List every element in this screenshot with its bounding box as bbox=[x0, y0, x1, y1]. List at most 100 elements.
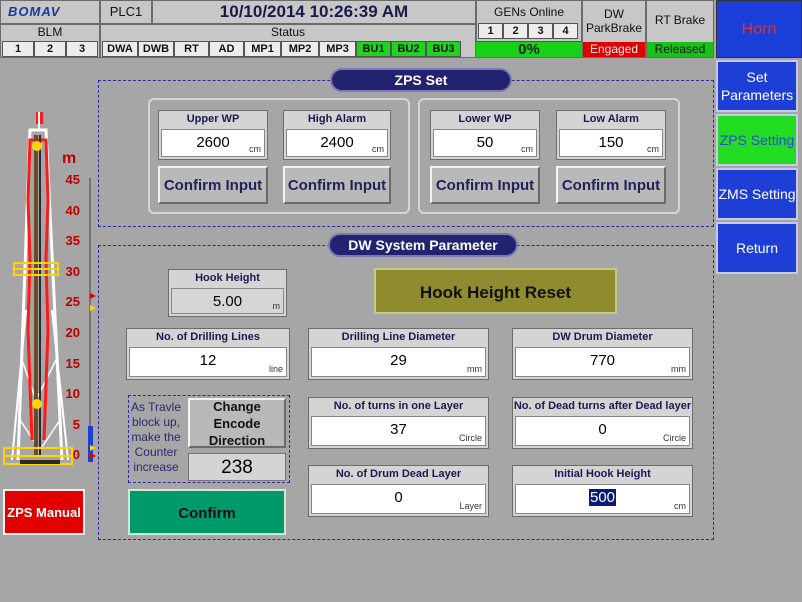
status-button-bu2[interactable]: BU2 bbox=[391, 41, 426, 57]
low-alarm-unit: cm bbox=[647, 144, 659, 154]
drum-dead-layer-label: No. of Drum Dead Layer bbox=[309, 466, 488, 482]
encode-note: As Travle block up, make the Counter inc… bbox=[130, 400, 181, 474]
blm-button-3[interactable]: 3 bbox=[66, 41, 98, 57]
zms-setting-button[interactable]: ZMS Setting bbox=[716, 168, 798, 220]
upper-wp-marker-yellow bbox=[90, 305, 96, 311]
drum-dead-layer-unit: Layer bbox=[459, 501, 482, 511]
confirm-button[interactable]: Confirm bbox=[128, 489, 286, 535]
line-diameter-input[interactable]: 29 mm bbox=[311, 347, 486, 377]
status-button-mp3[interactable]: MP3 bbox=[319, 41, 356, 57]
rig-tick-10: 10 bbox=[65, 386, 80, 402]
low-alarm-input[interactable]: 150 cm bbox=[559, 129, 663, 157]
dw-title: DW System Parameter bbox=[328, 233, 518, 257]
drum-diameter-field: DW Drum Diameter 770 mm bbox=[512, 328, 693, 380]
lower-wp-label: Lower WP bbox=[431, 111, 539, 127]
dead-turns-label: No. of Dead turns after Dead layer bbox=[513, 398, 692, 414]
drilling-lines-value: 12 bbox=[199, 352, 217, 369]
drilling-lines-input[interactable]: 12 line bbox=[129, 347, 287, 377]
bomav-logo: BOMAV bbox=[8, 4, 61, 19]
gens-label: GENs Online bbox=[493, 5, 565, 19]
rig-tick-15: 15 bbox=[65, 355, 80, 371]
rig-tick-30: 30 bbox=[65, 263, 80, 279]
status-button-ad[interactable]: AD bbox=[209, 41, 244, 57]
status-button-mp2[interactable]: MP2 bbox=[281, 41, 319, 57]
upper-wp-marker bbox=[90, 293, 96, 299]
rig-tick-5: 5 bbox=[72, 416, 80, 432]
initial-hook-input[interactable]: 500 cm bbox=[515, 484, 690, 514]
rig-tick-45: 45 bbox=[65, 172, 80, 187]
set-parameters-button[interactable]: Set Parameters bbox=[716, 60, 798, 112]
confirm-upper-wp-button[interactable]: Confirm Input bbox=[158, 166, 268, 204]
hook-height-value: 5.00 bbox=[212, 293, 243, 310]
gens-button-4[interactable]: 4 bbox=[553, 23, 578, 39]
rig-unit-m: m bbox=[62, 150, 77, 167]
hook-height-reset-button[interactable]: Hook Height Reset bbox=[374, 268, 617, 314]
parkbrake-status: Engaged bbox=[583, 42, 645, 57]
status-button-bu1[interactable]: BU1 bbox=[356, 41, 391, 57]
hook-height-unit: m bbox=[272, 301, 281, 311]
status-button-dwb[interactable]: DWB bbox=[138, 41, 174, 57]
rig-tick-0: 0 bbox=[72, 447, 80, 463]
status-button-mp1[interactable]: MP1 bbox=[244, 41, 281, 57]
line-diameter-unit: mm bbox=[467, 364, 482, 374]
lower-wp-unit: cm bbox=[521, 144, 533, 154]
rig-tick-40: 40 bbox=[65, 202, 80, 218]
hook-height-label: Hook Height bbox=[169, 270, 286, 286]
hook-height-field: Hook Height 5.00 m bbox=[168, 269, 287, 317]
upper-wp-unit: cm bbox=[249, 144, 261, 154]
status-button-rt[interactable]: RT bbox=[174, 41, 209, 57]
rt-brake-status: Released bbox=[647, 42, 713, 57]
traveling-block bbox=[32, 399, 42, 409]
low-alarm-label: Low Alarm bbox=[557, 111, 665, 127]
initial-hook-label: Initial Hook Height bbox=[513, 466, 692, 482]
line-diameter-value: 29 bbox=[390, 352, 407, 369]
status-button-dwa[interactable]: DWA bbox=[102, 41, 138, 57]
turns-layer-input[interactable]: 37 Circle bbox=[311, 416, 486, 446]
dead-turns-input[interactable]: 0 Circle bbox=[515, 416, 690, 446]
gens-button-2[interactable]: 2 bbox=[503, 23, 528, 39]
drilling-lines-label: No. of Drilling Lines bbox=[127, 329, 289, 345]
drum-dead-layer-input[interactable]: 0 Layer bbox=[311, 484, 486, 514]
rt-brake-label: RT Brake bbox=[654, 13, 706, 27]
upper-wp-field: Upper WP 2600 cm bbox=[158, 110, 268, 160]
confirm-high-alarm-button[interactable]: Confirm Input bbox=[283, 166, 391, 204]
plc-label: PLC1 bbox=[109, 4, 143, 19]
parkbrake-label: ParkBrake bbox=[585, 21, 643, 35]
zps-manual-button[interactable]: ZPS Manual bbox=[3, 489, 85, 535]
zps-setting-button[interactable]: ZPS Setting bbox=[716, 114, 798, 166]
upper-wp-input[interactable]: 2600 cm bbox=[161, 129, 265, 157]
drum-diameter-input[interactable]: 770 mm bbox=[515, 347, 690, 377]
gens-button-3[interactable]: 3 bbox=[528, 23, 553, 39]
initial-hook-selected-text: 500 bbox=[588, 489, 617, 506]
change-encode-direction-button[interactable]: Change Encode Direction bbox=[188, 398, 286, 448]
turns-layer-field: No. of turns in one Layer 37 Circle bbox=[308, 397, 489, 449]
rig-tick-35: 35 bbox=[65, 233, 80, 249]
upper-wp-label: Upper WP bbox=[159, 111, 267, 127]
confirm-low-alarm-button[interactable]: Confirm Input bbox=[556, 166, 666, 204]
initial-hook-field: Initial Hook Height 500 cm bbox=[512, 465, 693, 517]
blm-button-2[interactable]: 2 bbox=[34, 41, 66, 57]
blm-label: BLM bbox=[37, 25, 63, 39]
initial-hook-value: 500 bbox=[516, 489, 689, 506]
high-alarm-field: High Alarm 2400 cm bbox=[283, 110, 391, 160]
drilling-lines-field: No. of Drilling Lines 12 line bbox=[126, 328, 290, 380]
drum-diameter-value: 770 bbox=[589, 352, 616, 369]
return-button[interactable]: Return bbox=[716, 222, 798, 274]
rig-tick-20: 20 bbox=[65, 325, 80, 340]
high-alarm-label: High Alarm bbox=[284, 111, 390, 127]
derrick-graphic bbox=[3, 112, 96, 465]
dw-label: DW bbox=[604, 7, 624, 21]
gens-button-1[interactable]: 1 bbox=[478, 23, 503, 39]
high-alarm-unit: cm bbox=[372, 144, 384, 154]
dead-turns-unit: Circle bbox=[662, 433, 686, 443]
confirm-lower-wp-button[interactable]: Confirm Input bbox=[430, 166, 540, 204]
status-button-bu3[interactable]: BU3 bbox=[426, 41, 461, 57]
blm-button-1[interactable]: 1 bbox=[2, 41, 34, 57]
encode-counter: 238 bbox=[188, 453, 286, 481]
horn-button[interactable]: Horn bbox=[716, 0, 802, 58]
line-diameter-label: Drilling Line Diameter bbox=[309, 329, 488, 345]
high-alarm-input[interactable]: 2400 cm bbox=[286, 129, 388, 157]
drum-diameter-unit: mm bbox=[671, 364, 686, 374]
rig-tick-25: 25 bbox=[65, 294, 80, 310]
lower-wp-input[interactable]: 50 cm bbox=[433, 129, 537, 157]
